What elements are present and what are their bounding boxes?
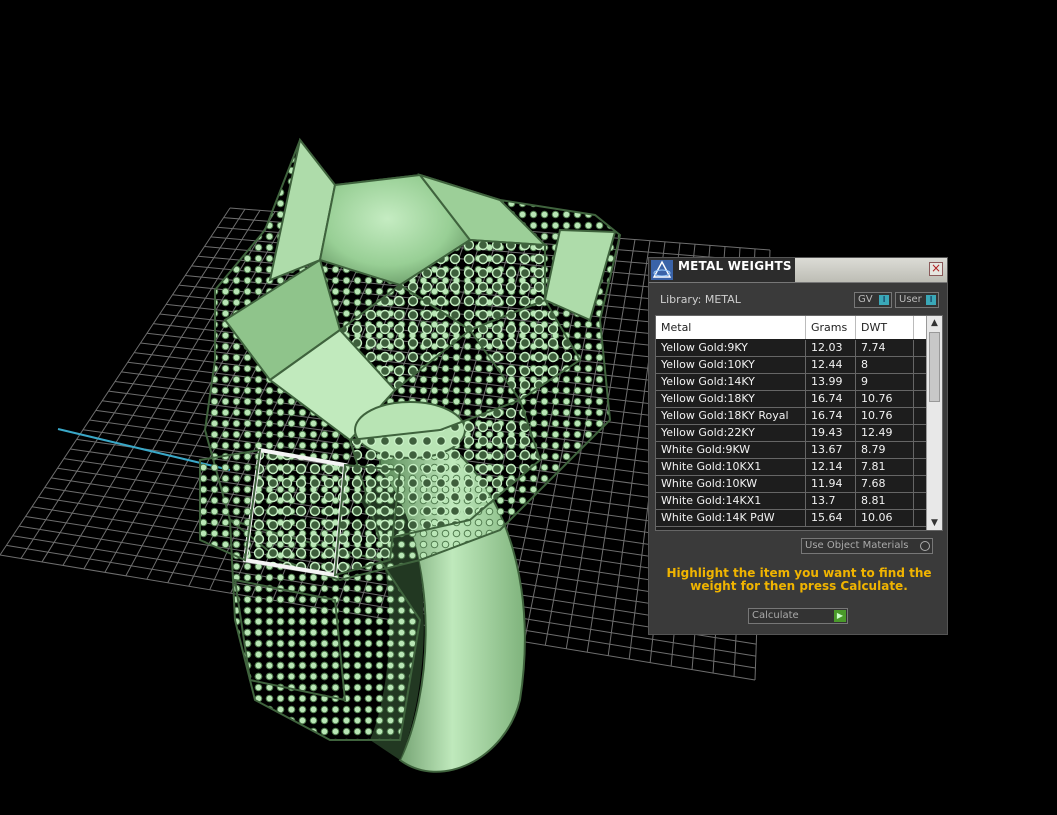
cell-dwt: 7.74 [856,340,914,356]
gv-toggle-label: GV [858,294,873,305]
ring-model [199,137,622,773]
user-toggle[interactable]: User I [895,292,939,308]
cell-dwt: 10.06 [856,510,914,526]
cell-grams: 19.43 [806,425,856,441]
table-row[interactable]: Yellow Gold:10KY 12.44 8 [656,357,926,374]
cell-grams: 11.94 [806,476,856,492]
metal-table: Metal Grams DWT Yellow Gold:9KY 12.03 7.74… [655,315,943,531]
gv-indicator-icon: I [879,295,889,305]
cell-grams: 16.74 [806,391,856,407]
table-header: Metal Grams DWT [656,316,926,339]
table-row[interactable]: White Gold:14KX1 13.7 8.81 [656,493,926,510]
column-header-dwt[interactable]: DWT [856,316,914,339]
cell-metal: Yellow Gold:10KY [656,357,806,373]
cell-dwt: 10.76 [856,408,914,424]
cell-metal: White Gold:10KX1 [656,459,806,475]
user-indicator-icon: I [926,295,936,305]
cell-grams: 16.74 [806,408,856,424]
cell-dwt: 12.49 [856,425,914,441]
column-header-grams[interactable]: Grams [806,316,856,339]
cell-dwt: 7.68 [856,476,914,492]
cell-metal: White Gold:9KW [656,442,806,458]
play-arrow-icon: ▶ [834,610,846,622]
panel-titlebar[interactable]: METAL WEIGHTS × [649,258,947,283]
cell-grams: 12.14 [806,459,856,475]
cell-grams: 13.99 [806,374,856,390]
title-tab: METAL WEIGHTS [649,258,795,282]
cell-metal: Yellow Gold:22KY [656,425,806,441]
panel-title: METAL WEIGHTS [678,259,792,273]
cell-grams: 13.7 [806,493,856,509]
cell-metal: Yellow Gold:18KY [656,391,806,407]
app-logo-icon [651,260,673,280]
table-row[interactable]: White Gold:10KW 11.94 7.68 [656,476,926,493]
metal-weights-panel: METAL WEIGHTS × Library: METAL GV I User… [648,257,948,635]
calculate-button[interactable]: Calculate ▶ [748,608,848,624]
cell-grams: 13.67 [806,442,856,458]
cell-metal: White Gold:14KX1 [656,493,806,509]
instruction-text: Highlight the item you want to find the … [666,566,932,593]
table-row[interactable]: Yellow Gold:22KY 19.43 12.49 [656,425,926,442]
table-row[interactable]: Yellow Gold:14KY 13.99 9 [656,374,926,391]
table-row[interactable]: White Gold:9KW 13.67 8.79 [656,442,926,459]
cell-grams: 12.03 [806,340,856,356]
use-object-materials-label: Use Object Materials [805,540,909,551]
scroll-thumb[interactable] [929,332,940,402]
scroll-up-icon[interactable]: ▲ [927,316,942,330]
table-rows: Yellow Gold:9KY 12.03 7.74 Yellow Gold:10KY… [656,340,926,527]
column-header-metal[interactable]: Metal [656,316,806,339]
table-row[interactable]: Yellow Gold:18KY Royal 16.74 10.76 [656,408,926,425]
cell-metal: Yellow Gold:18KY Royal [656,408,806,424]
table-row[interactable]: Yellow Gold:9KY 12.03 7.74 [656,340,926,357]
table-row[interactable]: White Gold:14K PdW 15.64 10.06 [656,510,926,527]
cell-metal: White Gold:10KW [656,476,806,492]
user-toggle-label: User [899,294,922,305]
scroll-down-icon[interactable]: ▼ [927,516,942,530]
use-object-materials-toggle[interactable]: Use Object Materials [801,538,933,554]
table-scrollbar[interactable]: ▲ ▼ [926,316,942,530]
cell-dwt: 10.76 [856,391,914,407]
cell-dwt: 9 [856,374,914,390]
cell-metal: White Gold:14K PdW [656,510,806,526]
cell-grams: 15.64 [806,510,856,526]
radio-icon [920,541,930,551]
table-row[interactable]: White Gold:10KX1 12.14 7.81 [656,459,926,476]
cell-metal: Yellow Gold:9KY [656,340,806,356]
cell-dwt: 8.79 [856,442,914,458]
gv-toggle[interactable]: GV I [854,292,892,308]
cell-metal: Yellow Gold:14KY [656,374,806,390]
cell-dwt: 8 [856,357,914,373]
cell-dwt: 8.81 [856,493,914,509]
table-row[interactable]: Yellow Gold:18KY 16.74 10.76 [656,391,926,408]
library-label: Library: METAL [660,293,741,306]
close-icon[interactable]: × [929,262,943,276]
cell-dwt: 7.81 [856,459,914,475]
cell-grams: 12.44 [806,357,856,373]
calculate-label: Calculate [752,610,799,621]
